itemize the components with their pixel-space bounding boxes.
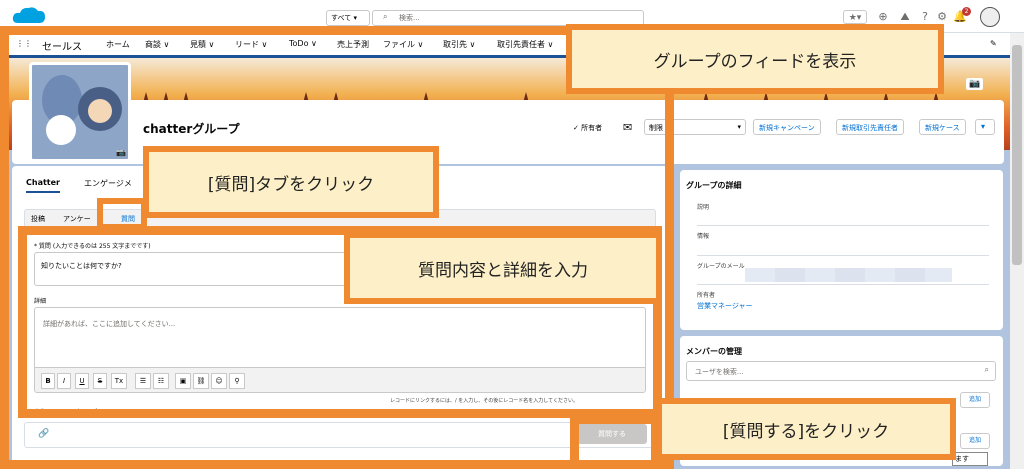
callout-click-question-tab: [質問]タブをクリック (143, 146, 439, 218)
group-title: chatterグループ (143, 122, 240, 136)
nav-item-home[interactable]: ホーム (106, 39, 130, 50)
nav-item-files[interactable]: ファイル ∨ (383, 39, 423, 50)
owner-label: 所有者 (697, 292, 716, 299)
callout-view-feed: グループのフィードを表示 (566, 24, 944, 94)
question-label: * 質問 (入力できるのは 255 文字までです) (34, 243, 151, 250)
nav-item-opportunities[interactable]: 商談 ∨ (145, 39, 169, 50)
settings-gear-icon[interactable]: ⚙ (935, 10, 949, 24)
italic-button[interactable]: I (57, 373, 71, 389)
edit-nav-pencil-icon[interactable]: ✎ (990, 39, 997, 48)
info-label: 情報 (697, 233, 710, 240)
group-email-value-blurred (745, 268, 952, 282)
nav-item-todo[interactable]: ToDo ∨ (289, 39, 317, 48)
tab-engagement[interactable]: エンゲージメ (84, 178, 132, 189)
owner-indicator: ✓ 所有者 (573, 124, 603, 132)
publisher-tab-poll[interactable]: アンケー (63, 214, 91, 224)
detail-textarea[interactable]: 詳細があれば、ここに追加してください... (34, 307, 646, 367)
callout-enter-question: 質問内容と詳細を入力 (344, 232, 662, 304)
group-email-label: グループのメール (697, 263, 745, 270)
strikethrough-button[interactable]: S (93, 373, 107, 389)
banner-camera-icon[interactable]: 📷 (966, 78, 984, 90)
rich-text-toolbar: B I U S Tx ☰ ☷ ▣ ⛓ ☺ ⚲ (34, 367, 646, 393)
numbered-list-icon[interactable]: ☷ (153, 373, 169, 389)
detail-label: 詳細 (34, 298, 47, 305)
limit-select-value: 制限 (649, 124, 663, 132)
search-scope-select[interactable]: すべて ▾ (326, 10, 370, 26)
attachment-icon[interactable]: 🔗 (38, 429, 49, 439)
photo-camera-icon[interactable]: 📷 (116, 148, 126, 157)
add-member-button[interactable]: 追加 (960, 433, 990, 449)
tab-chatter[interactable]: Chatter (26, 178, 60, 193)
email-icon[interactable]: ✉ (623, 121, 632, 134)
emoji-icon[interactable]: ☺ (211, 373, 227, 389)
help-icon[interactable]: ? (918, 10, 932, 24)
mention-icon[interactable]: ⚲ (229, 373, 245, 389)
scrollbar-thumb[interactable] (1012, 45, 1022, 265)
search-icon: ⌕ (383, 12, 388, 21)
tooltip: ます (952, 452, 988, 466)
ask-question-button[interactable]: 質問する (577, 424, 647, 444)
favorites-icon[interactable]: ★▾ (843, 10, 867, 24)
bullet-list-icon[interactable]: ☰ (135, 373, 151, 389)
nav-item-leads[interactable]: リード ∨ (235, 39, 267, 50)
owner-label: 所有者 (581, 124, 603, 132)
group-details-title: グループの詳細 (686, 181, 742, 190)
new-case-button[interactable]: 新規ケース (919, 119, 966, 135)
search-icon: ⌕ (984, 365, 989, 374)
app-launcher-icon[interactable]: ⋮⋮ (16, 39, 32, 48)
publisher-tab-question[interactable]: 質問 (121, 214, 135, 224)
global-actions-icon[interactable]: ⊕ (876, 10, 890, 24)
manage-members-title: メンバーの管理 (686, 347, 742, 356)
publisher-tab-post[interactable]: 投稿 (31, 214, 45, 224)
callout-click-ask: [質問する]をクリック (656, 398, 956, 460)
nav-item-accounts[interactable]: 取引先 ∨ (443, 39, 475, 50)
salesforce-logo[interactable] (12, 5, 46, 27)
user-avatar[interactable] (980, 7, 1000, 27)
divider (697, 284, 989, 285)
description-label: 説明 (697, 204, 710, 211)
owner-link[interactable]: 営業マネージャー (697, 301, 753, 311)
link-icon[interactable]: ⛓ (193, 373, 209, 389)
nav-item-forecast[interactable]: 売上予測 (337, 39, 369, 50)
add-member-button[interactable]: 追加 (960, 392, 990, 408)
recipient-line: 宛先 : chatterグループ (34, 409, 98, 416)
member-search-input[interactable]: ユーザを検索... ⌕ (686, 361, 996, 381)
nav-item-contacts[interactable]: 取引先責任者 ∨ (497, 39, 553, 50)
trailhead-icon[interactable]: ⛰ (898, 10, 912, 24)
nav-item-quotes[interactable]: 見積 ∨ (190, 39, 214, 50)
image-icon[interactable]: ▣ (175, 373, 191, 389)
new-contact-button[interactable]: 新規取引先責任者 (836, 119, 904, 135)
app-name: セールス (42, 42, 82, 53)
publisher-footer (24, 422, 656, 448)
group-photo: 📷 (29, 62, 131, 162)
clear-format-button[interactable]: Tx (111, 373, 127, 389)
search-placeholder: 検索... (399, 14, 420, 22)
divider (697, 225, 989, 226)
member-search-placeholder: ユーザを検索... (695, 368, 744, 376)
more-actions-chevron-icon[interactable]: ▾ (975, 119, 995, 135)
underline-button[interactable]: U (75, 373, 89, 389)
bold-button[interactable]: B (41, 373, 55, 389)
notification-badge: 2 (962, 7, 971, 16)
email-setting-select[interactable]: 制限 ▾ (644, 119, 746, 135)
new-campaign-button[interactable]: 新規キャンペーン (753, 119, 821, 135)
record-link-hint: レコードにリンクするには、/ を入力し、その後にレコード名を入力してください。 (390, 398, 578, 404)
chevron-down-icon: ▾ (737, 123, 741, 131)
divider (697, 255, 989, 256)
